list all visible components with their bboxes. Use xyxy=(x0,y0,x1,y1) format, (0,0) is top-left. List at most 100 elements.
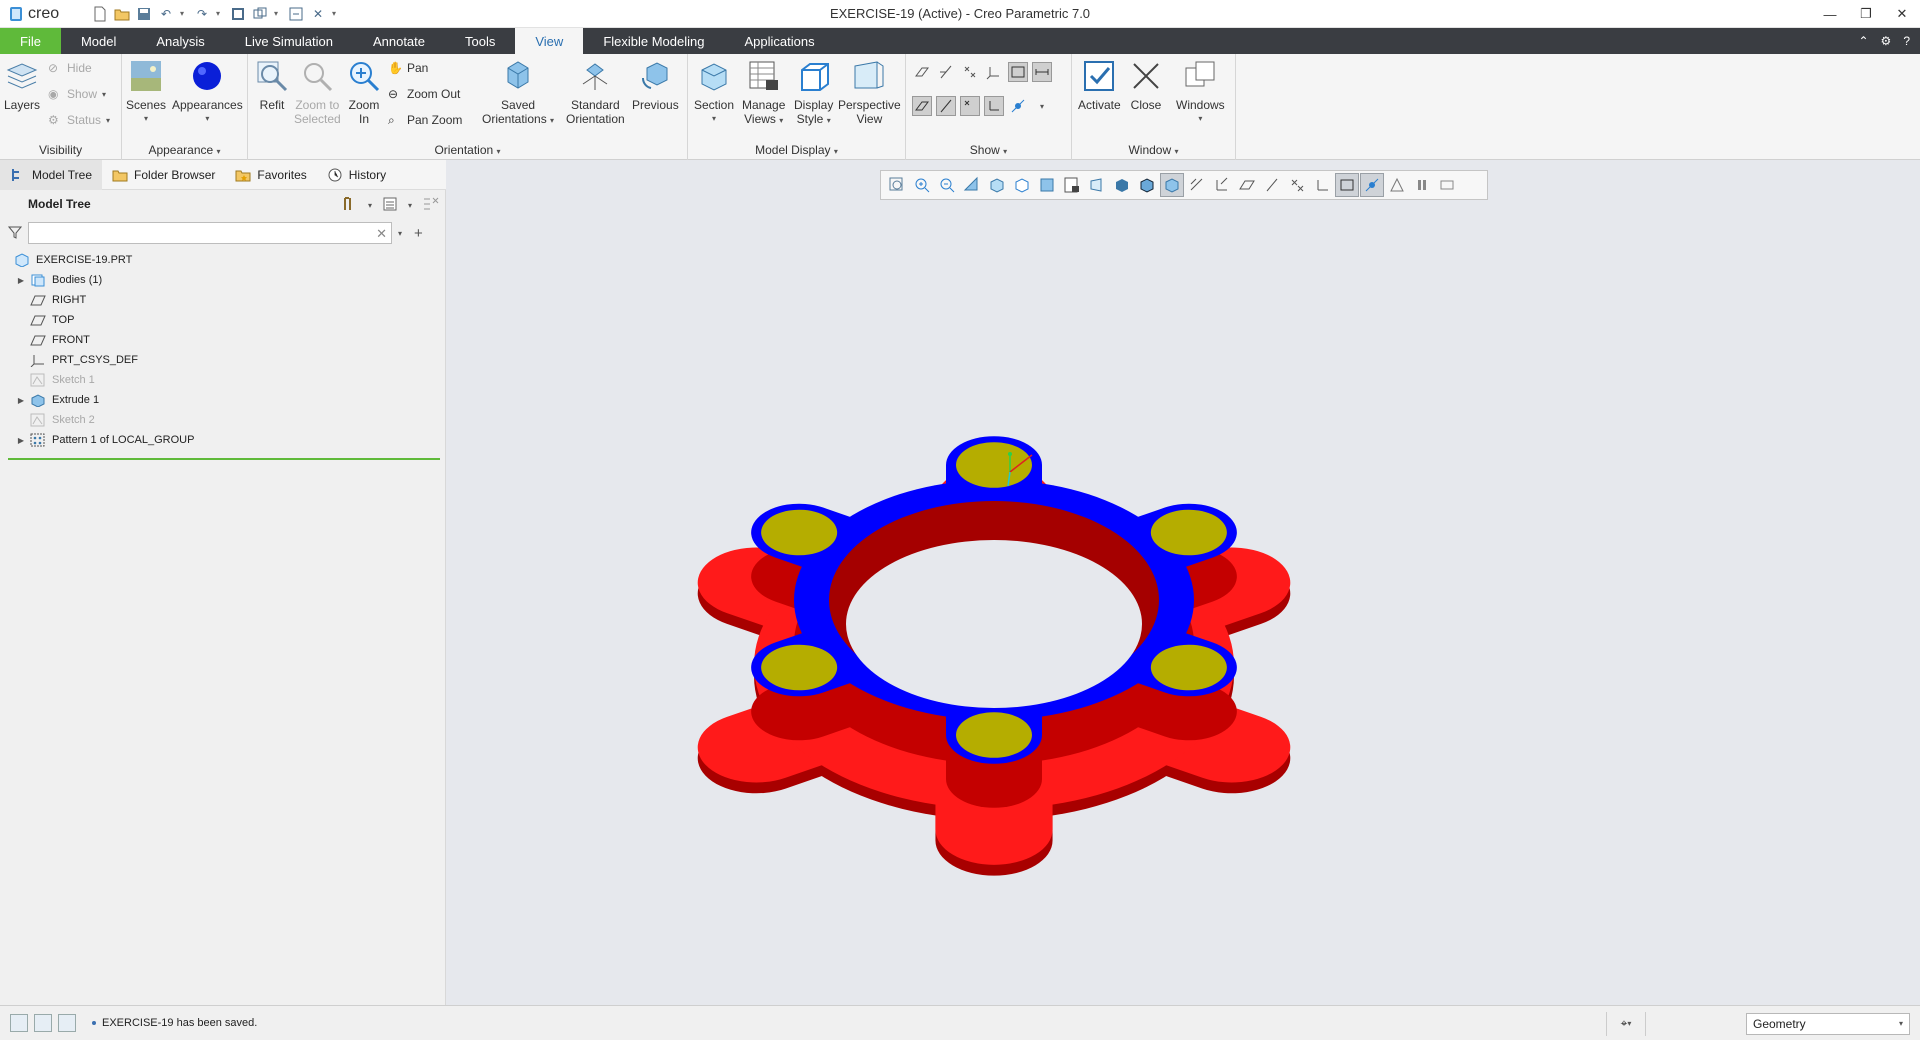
expand-arrow-icon[interactable]: ▶ xyxy=(16,436,26,445)
close-button[interactable]: Close xyxy=(1128,58,1164,112)
tree-item-front[interactable]: FRONT xyxy=(0,330,446,350)
perspective-view-button[interactable]: Perspective View xyxy=(838,58,901,126)
full-screen-icon[interactable] xyxy=(58,1014,76,1032)
pan-button[interactable]: ✋ Pan xyxy=(388,58,428,78)
tab-folder-browser[interactable]: Folder Browser xyxy=(102,160,225,190)
minimize-icon[interactable]: — xyxy=(1812,0,1848,28)
point-tag-display-icon[interactable] xyxy=(960,96,980,116)
undo-dropdown-icon[interactable]: ▾ xyxy=(180,9,188,18)
tab-live-simulation[interactable]: Live Simulation xyxy=(225,28,353,54)
tree-item-right[interactable]: RIGHT xyxy=(0,290,446,310)
tab-annotate[interactable]: Annotate xyxy=(353,28,445,54)
close-icon[interactable]: ✕ xyxy=(1884,0,1920,28)
tree-item-sketch-2[interactable]: Sketch 2 xyxy=(0,410,446,430)
scenes-button[interactable]: Scenes ▾ xyxy=(126,58,166,126)
settings-icon[interactable]: ⚙ xyxy=(1881,34,1892,48)
orientation-group-label[interactable]: Orientation ▾ xyxy=(248,143,687,157)
activate-button[interactable]: Activate xyxy=(1078,58,1121,112)
show-navigator-icon[interactable] xyxy=(10,1014,28,1032)
restore-icon[interactable]: ❐ xyxy=(1848,0,1884,28)
show-more-dropdown-icon[interactable]: ▾ xyxy=(1032,96,1052,116)
pan-zoom-button[interactable]: ⌕ Pan Zoom xyxy=(388,110,462,130)
appearances-button[interactable]: Appearances ▾ xyxy=(172,58,243,126)
csys-tag-display-icon[interactable] xyxy=(984,96,1004,116)
annotation-display-icon[interactable] xyxy=(1008,62,1028,82)
refit-button[interactable]: Refit xyxy=(254,58,290,112)
tab-history[interactable]: History xyxy=(317,160,396,190)
show-browser-icon[interactable] xyxy=(34,1014,52,1032)
tab-favorites[interactable]: Favorites xyxy=(225,160,316,190)
previous-button[interactable]: Previous xyxy=(632,58,679,112)
manage-views-button[interactable]: Manage Views ▾ xyxy=(742,58,785,128)
tree-columns-dropdown-icon[interactable]: ▾ xyxy=(408,201,412,210)
find-button[interactable]: ⌖ ▾ xyxy=(1606,1011,1646,1036)
axis-display-icon[interactable] xyxy=(936,62,956,82)
tree-filter-options-icon[interactable] xyxy=(422,195,440,216)
model-display-group-label[interactable]: Model Display ▾ xyxy=(688,143,905,157)
search-dropdown-icon[interactable]: ▾ xyxy=(398,229,402,238)
windows-button[interactable]: Windows ▾ xyxy=(1176,58,1225,126)
open-folder-icon[interactable] xyxy=(114,6,130,22)
add-filter-icon[interactable]: + xyxy=(414,225,423,242)
standard-orientation-button[interactable]: Standard Orientation xyxy=(566,58,625,126)
selection-filter-select[interactable]: Geometry ▾ xyxy=(1746,1012,1910,1035)
tab-flexible-modeling[interactable]: Flexible Modeling xyxy=(583,28,724,54)
expand-arrow-icon[interactable]: ▶ xyxy=(16,396,26,405)
tab-analysis[interactable]: Analysis xyxy=(136,28,224,54)
appearance-group-label[interactable]: Appearance ▾ xyxy=(122,143,247,157)
tree-item-bodies-1[interactable]: ▶ Bodies (1) xyxy=(0,270,446,290)
tab-model-tree[interactable]: Model Tree xyxy=(0,159,103,190)
plane-display-icon[interactable] xyxy=(912,62,932,82)
tree-settings-icon[interactable] xyxy=(342,196,358,215)
redo-icon[interactable]: ↷ xyxy=(194,6,210,22)
model-viewport[interactable] xyxy=(446,160,1920,1005)
spin-center-icon[interactable] xyxy=(1008,96,1028,116)
tree-item-extrude-1[interactable]: ▶ Extrude 1 xyxy=(0,390,446,410)
axis-tag-display-icon[interactable] xyxy=(936,96,956,116)
close-window-icon[interactable]: ✕ xyxy=(310,6,326,22)
zoom-in-button[interactable]: Zoom In xyxy=(346,58,382,126)
tree-item-pattern-1-of-local-group[interactable]: ▶ Pattern 1 of LOCAL_GROUP xyxy=(0,430,446,450)
zoom-to-selected-button[interactable]: Zoom to Selected xyxy=(294,58,341,126)
expand-arrow-icon[interactable]: ▶ xyxy=(16,276,26,285)
tree-search-input[interactable] xyxy=(29,223,391,243)
tab-view[interactable]: View xyxy=(515,28,584,54)
insert-here-line[interactable] xyxy=(8,458,440,460)
csys-display-icon[interactable] xyxy=(984,62,1004,82)
customize-qat-icon[interactable]: ▾ xyxy=(332,9,340,18)
status-button[interactable]: ⚙ Status ▾ xyxy=(48,110,110,130)
tab-file[interactable]: File xyxy=(0,28,61,54)
filter-funnel-icon[interactable] xyxy=(7,225,23,242)
undo-icon[interactable]: ↶ xyxy=(158,6,174,22)
window-group-label[interactable]: Window ▾ xyxy=(1072,143,1235,157)
zoom-out-button[interactable]: ⊖ Zoom Out xyxy=(388,84,460,104)
tree-settings-dropdown-icon[interactable]: ▾ xyxy=(368,201,372,210)
collapse-ribbon-icon[interactable]: ⌃ xyxy=(1858,34,1868,48)
hide-button[interactable]: ⊘ Hide xyxy=(48,58,92,78)
new-file-icon[interactable] xyxy=(92,6,108,22)
save-icon[interactable] xyxy=(136,6,152,22)
regenerate-icon[interactable] xyxy=(230,6,246,22)
clear-search-icon[interactable]: ✕ xyxy=(376,226,387,242)
section-button[interactable]: Section ▾ xyxy=(694,58,734,126)
tree-item-prt-csys-def[interactable]: PRT_CSYS_DEF xyxy=(0,350,446,370)
plane-tag-display-icon[interactable] xyxy=(912,96,932,116)
tab-model[interactable]: Model xyxy=(61,28,136,54)
tab-applications[interactable]: Applications xyxy=(724,28,834,54)
show-group-label[interactable]: Show ▾ xyxy=(906,143,1071,157)
tree-columns-icon[interactable] xyxy=(382,196,398,215)
help-icon[interactable]: ? xyxy=(1903,34,1910,48)
show-button[interactable]: ◉ Show ▾ xyxy=(48,84,106,104)
tree-item-top[interactable]: TOP xyxy=(0,310,446,330)
graphics-window[interactable] xyxy=(446,160,1920,1005)
dimension-display-icon[interactable] xyxy=(1032,62,1052,82)
display-style-button[interactable]: Display Style ▾ xyxy=(794,58,833,128)
switch-window-icon[interactable] xyxy=(288,6,304,22)
layers-button[interactable]: Layers xyxy=(4,58,40,112)
tree-item-exercise-19-prt[interactable]: EXERCISE-19.PRT xyxy=(0,250,446,270)
tab-tools[interactable]: Tools xyxy=(445,28,515,54)
tree-item-sketch-1[interactable]: Sketch 1 xyxy=(0,370,446,390)
windows-icon[interactable] xyxy=(252,6,268,22)
saved-orientations-button[interactable]: Saved Orientations ▾ xyxy=(482,58,554,128)
windows-dropdown-icon[interactable]: ▾ xyxy=(274,9,282,18)
